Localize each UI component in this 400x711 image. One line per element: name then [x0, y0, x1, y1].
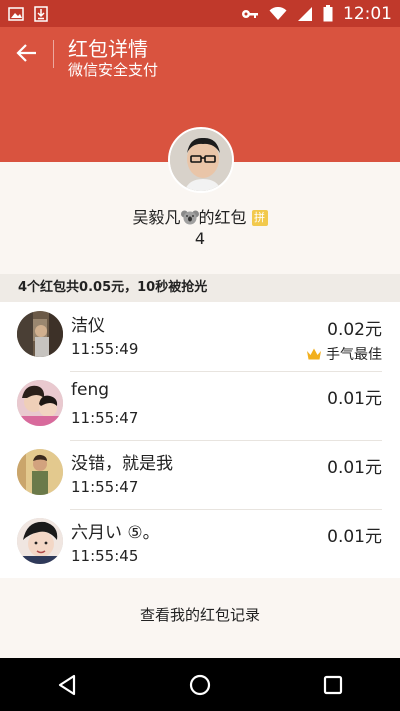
back-button[interactable]	[16, 42, 38, 64]
nav-recents-button[interactable]	[313, 665, 353, 705]
pin-badge: 拼	[251, 210, 268, 226]
download-icon	[34, 5, 48, 22]
sender-name: 吴毅凡	[132, 208, 181, 227]
avatar[interactable]	[17, 518, 63, 564]
header-divider	[53, 40, 54, 68]
receiver-name: 六月い ⑤。	[71, 523, 160, 543]
received-amount: 0.01元	[327, 527, 382, 547]
page-title: 红包详情	[68, 37, 148, 61]
nav-back-button[interactable]	[47, 665, 87, 705]
status-time: 12:01	[343, 3, 392, 24]
list-item[interactable]: 洁仪 11:55:49 0.02元 手气最佳	[0, 302, 400, 371]
avatar[interactable]	[17, 449, 63, 495]
received-amount: 0.01元	[327, 389, 382, 409]
koala-emoji-icon	[180, 209, 199, 225]
sender-avatar[interactable]	[168, 127, 234, 193]
list-item[interactable]: 没错，就是我 11:55:47 0.01元	[0, 440, 400, 509]
triangle-back-icon	[58, 674, 75, 695]
signal-icon	[297, 6, 313, 22]
image-icon	[8, 6, 24, 21]
receive-time: 11:55:47	[71, 409, 139, 427]
best-luck-label: 手气最佳	[326, 347, 382, 363]
avatar[interactable]	[17, 311, 63, 357]
wifi-icon	[269, 6, 287, 21]
receiver-name: 没错，就是我	[71, 454, 173, 474]
avatar[interactable]	[17, 380, 63, 426]
sender-name-suffix: 的红包	[198, 208, 247, 227]
receiver-name: feng	[71, 380, 110, 400]
sender-line: 吴毅凡 的红包拼	[0, 204, 400, 228]
best-luck-badge: 手气最佳	[306, 344, 382, 364]
arrow-left-icon	[16, 44, 36, 62]
navigation-bar	[0, 658, 400, 711]
summary-bar: 4个红包共0.05元，10秒被抢光	[0, 274, 400, 302]
nav-home-button[interactable]	[180, 665, 220, 705]
receive-time: 11:55:45	[71, 547, 139, 565]
list-item[interactable]: feng 11:55:47 0.01元	[0, 371, 400, 440]
list-item[interactable]: 六月い ⑤。 11:55:45 0.01元	[0, 509, 400, 578]
square-recents-icon	[324, 675, 343, 694]
receiver-list: 洁仪 11:55:49 0.02元 手气最佳 feng 11:55:47 0.0…	[0, 302, 400, 578]
receiver-name: 洁仪	[71, 316, 105, 336]
view-my-records-link[interactable]: 查看我的红包记录	[0, 604, 400, 625]
received-amount: 0.01元	[327, 458, 382, 478]
received-amount: 0.02元	[327, 320, 382, 340]
key-icon	[241, 8, 259, 20]
circle-home-icon	[189, 674, 211, 695]
packet-count: 4	[194, 229, 206, 248]
battery-icon	[323, 5, 333, 22]
crown-icon	[307, 348, 321, 360]
status-bar: 12:01	[0, 0, 400, 27]
receive-time: 11:55:49	[71, 340, 139, 358]
receive-time: 11:55:47	[71, 478, 139, 496]
page-subtitle: 微信安全支付	[68, 61, 159, 79]
